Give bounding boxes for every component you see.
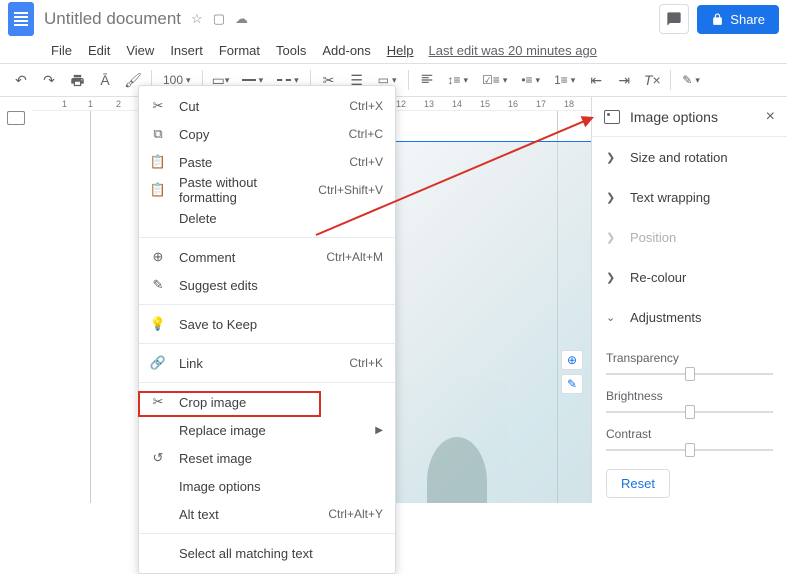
contrast-label: Contrast: [606, 427, 773, 441]
adjustments-content: Transparency Brightness Contrast Reset: [592, 337, 787, 510]
chevron-down-icon: ⌄: [606, 311, 616, 324]
cm-replace[interactable]: Replace image▶: [139, 416, 395, 444]
cm-cut[interactable]: ✂CutCtrl+X: [139, 92, 395, 120]
menu-help[interactable]: Help: [380, 40, 421, 61]
paste-icon: 📋: [149, 154, 167, 170]
menu-view[interactable]: View: [119, 40, 161, 61]
chevron-right-icon: ❯: [606, 151, 616, 164]
title-area: Untitled document ☆ ▢ ☁: [44, 9, 659, 29]
panel-title: Image options: [630, 109, 756, 125]
cm-paste[interactable]: 📋PasteCtrl+V: [139, 148, 395, 176]
menu-tools[interactable]: Tools: [269, 40, 313, 61]
checklist-select[interactable]: ☑≡▾: [476, 67, 513, 93]
header: Untitled document ☆ ▢ ☁ Share: [0, 0, 787, 38]
docs-logo-icon[interactable]: [8, 2, 34, 36]
chevron-right-icon: ❯: [606, 271, 616, 284]
spellcheck-button[interactable]: Ā: [92, 67, 118, 93]
close-panel-button[interactable]: ×: [766, 108, 775, 126]
image-options-icon: [604, 110, 620, 124]
editing-mode-select[interactable]: ✎▾: [676, 67, 706, 93]
move-icon[interactable]: ▢: [213, 11, 225, 27]
line-spacing-select[interactable]: ↕≡▾: [442, 67, 475, 93]
crop-icon: ✂: [149, 394, 167, 410]
document-title[interactable]: Untitled document: [44, 9, 181, 29]
link-icon: 🔗: [149, 355, 167, 371]
text-wrapping-section[interactable]: ❯Text wrapping: [592, 177, 787, 217]
paste-nofmt-icon: 📋: [149, 182, 167, 198]
menu-edit[interactable]: Edit: [81, 40, 117, 61]
recolour-section[interactable]: ❯Re-colour: [592, 257, 787, 297]
cm-reset[interactable]: ↺Reset image: [139, 444, 395, 472]
panel-header: Image options ×: [592, 97, 787, 137]
context-menu: ✂CutCtrl+X ⧉CopyCtrl+C 📋PasteCtrl+V 📋Pas…: [138, 85, 396, 574]
indent-increase-button[interactable]: ⇥: [611, 67, 637, 93]
print-button[interactable]: [64, 67, 90, 93]
cut-icon: ✂: [149, 98, 167, 114]
menu-insert[interactable]: Insert: [163, 40, 210, 61]
comment-icon: [666, 11, 682, 27]
outline-toggle[interactable]: [0, 97, 32, 503]
suggest-edit-button[interactable]: ✎: [561, 374, 583, 394]
cm-link[interactable]: 🔗LinkCtrl+K: [139, 349, 395, 377]
bullet-list-select[interactable]: •≡▾: [515, 67, 546, 93]
share-label: Share: [730, 12, 765, 27]
cm-paste-nofmt[interactable]: 📋Paste without formattingCtrl+Shift+V: [139, 176, 395, 204]
cloud-icon[interactable]: ☁: [235, 11, 248, 27]
brightness-slider[interactable]: [606, 411, 773, 413]
cm-select-all-matching[interactable]: Select all matching text: [139, 539, 395, 567]
slider-thumb[interactable]: [685, 405, 695, 419]
number-list-select[interactable]: 1≡▾: [548, 67, 581, 93]
cm-comment[interactable]: ⊕CommentCtrl+Alt+M: [139, 243, 395, 271]
contrast-slider[interactable]: [606, 449, 773, 451]
share-button[interactable]: Share: [697, 5, 779, 34]
transparency-slider[interactable]: [606, 373, 773, 375]
redo-button[interactable]: ↷: [36, 67, 62, 93]
comment-icon: ⊕: [149, 249, 167, 265]
suggest-icon: ✎: [149, 277, 167, 293]
comment-history-button[interactable]: [659, 4, 689, 34]
floating-suggest-buttons: ⊕ ✎: [561, 350, 583, 394]
undo-button[interactable]: ↶: [8, 67, 34, 93]
cm-alt-text[interactable]: Alt textCtrl+Alt+Y: [139, 500, 395, 528]
menu-format[interactable]: Format: [212, 40, 267, 61]
cm-delete[interactable]: Delete: [139, 204, 395, 232]
image-options-panel: Image options × ❯Size and rotation ❯Text…: [591, 97, 787, 503]
slider-thumb[interactable]: [685, 443, 695, 457]
submenu-arrow-icon: ▶: [375, 425, 383, 436]
cm-save-keep[interactable]: 💡Save to Keep: [139, 310, 395, 338]
cm-image-options[interactable]: Image options: [139, 472, 395, 500]
brightness-label: Brightness: [606, 389, 773, 403]
menubar: File Edit View Insert Format Tools Add-o…: [0, 38, 787, 63]
chevron-right-icon: ❯: [606, 191, 616, 204]
slider-thumb[interactable]: [685, 367, 695, 381]
align-left-button[interactable]: [414, 67, 440, 93]
reset-icon: ↺: [149, 450, 167, 466]
indent-decrease-button[interactable]: ⇤: [583, 67, 609, 93]
adjustments-section[interactable]: ⌄Adjustments: [592, 297, 787, 337]
position-section: ❯Position: [592, 217, 787, 257]
chevron-right-icon: ❯: [606, 231, 616, 244]
copy-icon: ⧉: [149, 126, 167, 142]
lock-icon: [711, 13, 724, 26]
keep-icon: 💡: [149, 316, 167, 332]
last-edit-text[interactable]: Last edit was 20 minutes ago: [429, 43, 597, 58]
cm-suggest[interactable]: ✎Suggest edits: [139, 271, 395, 299]
reset-button[interactable]: Reset: [606, 469, 670, 498]
cm-copy[interactable]: ⧉CopyCtrl+C: [139, 120, 395, 148]
cm-crop[interactable]: ✂Crop image: [139, 388, 395, 416]
transparency-label: Transparency: [606, 351, 773, 365]
star-icon[interactable]: ☆: [191, 11, 203, 27]
size-rotation-section[interactable]: ❯Size and rotation: [592, 137, 787, 177]
menu-addons[interactable]: Add-ons: [315, 40, 377, 61]
menu-file[interactable]: File: [44, 40, 79, 61]
clear-format-button[interactable]: T×: [639, 67, 665, 93]
add-comment-button[interactable]: ⊕: [561, 350, 583, 370]
